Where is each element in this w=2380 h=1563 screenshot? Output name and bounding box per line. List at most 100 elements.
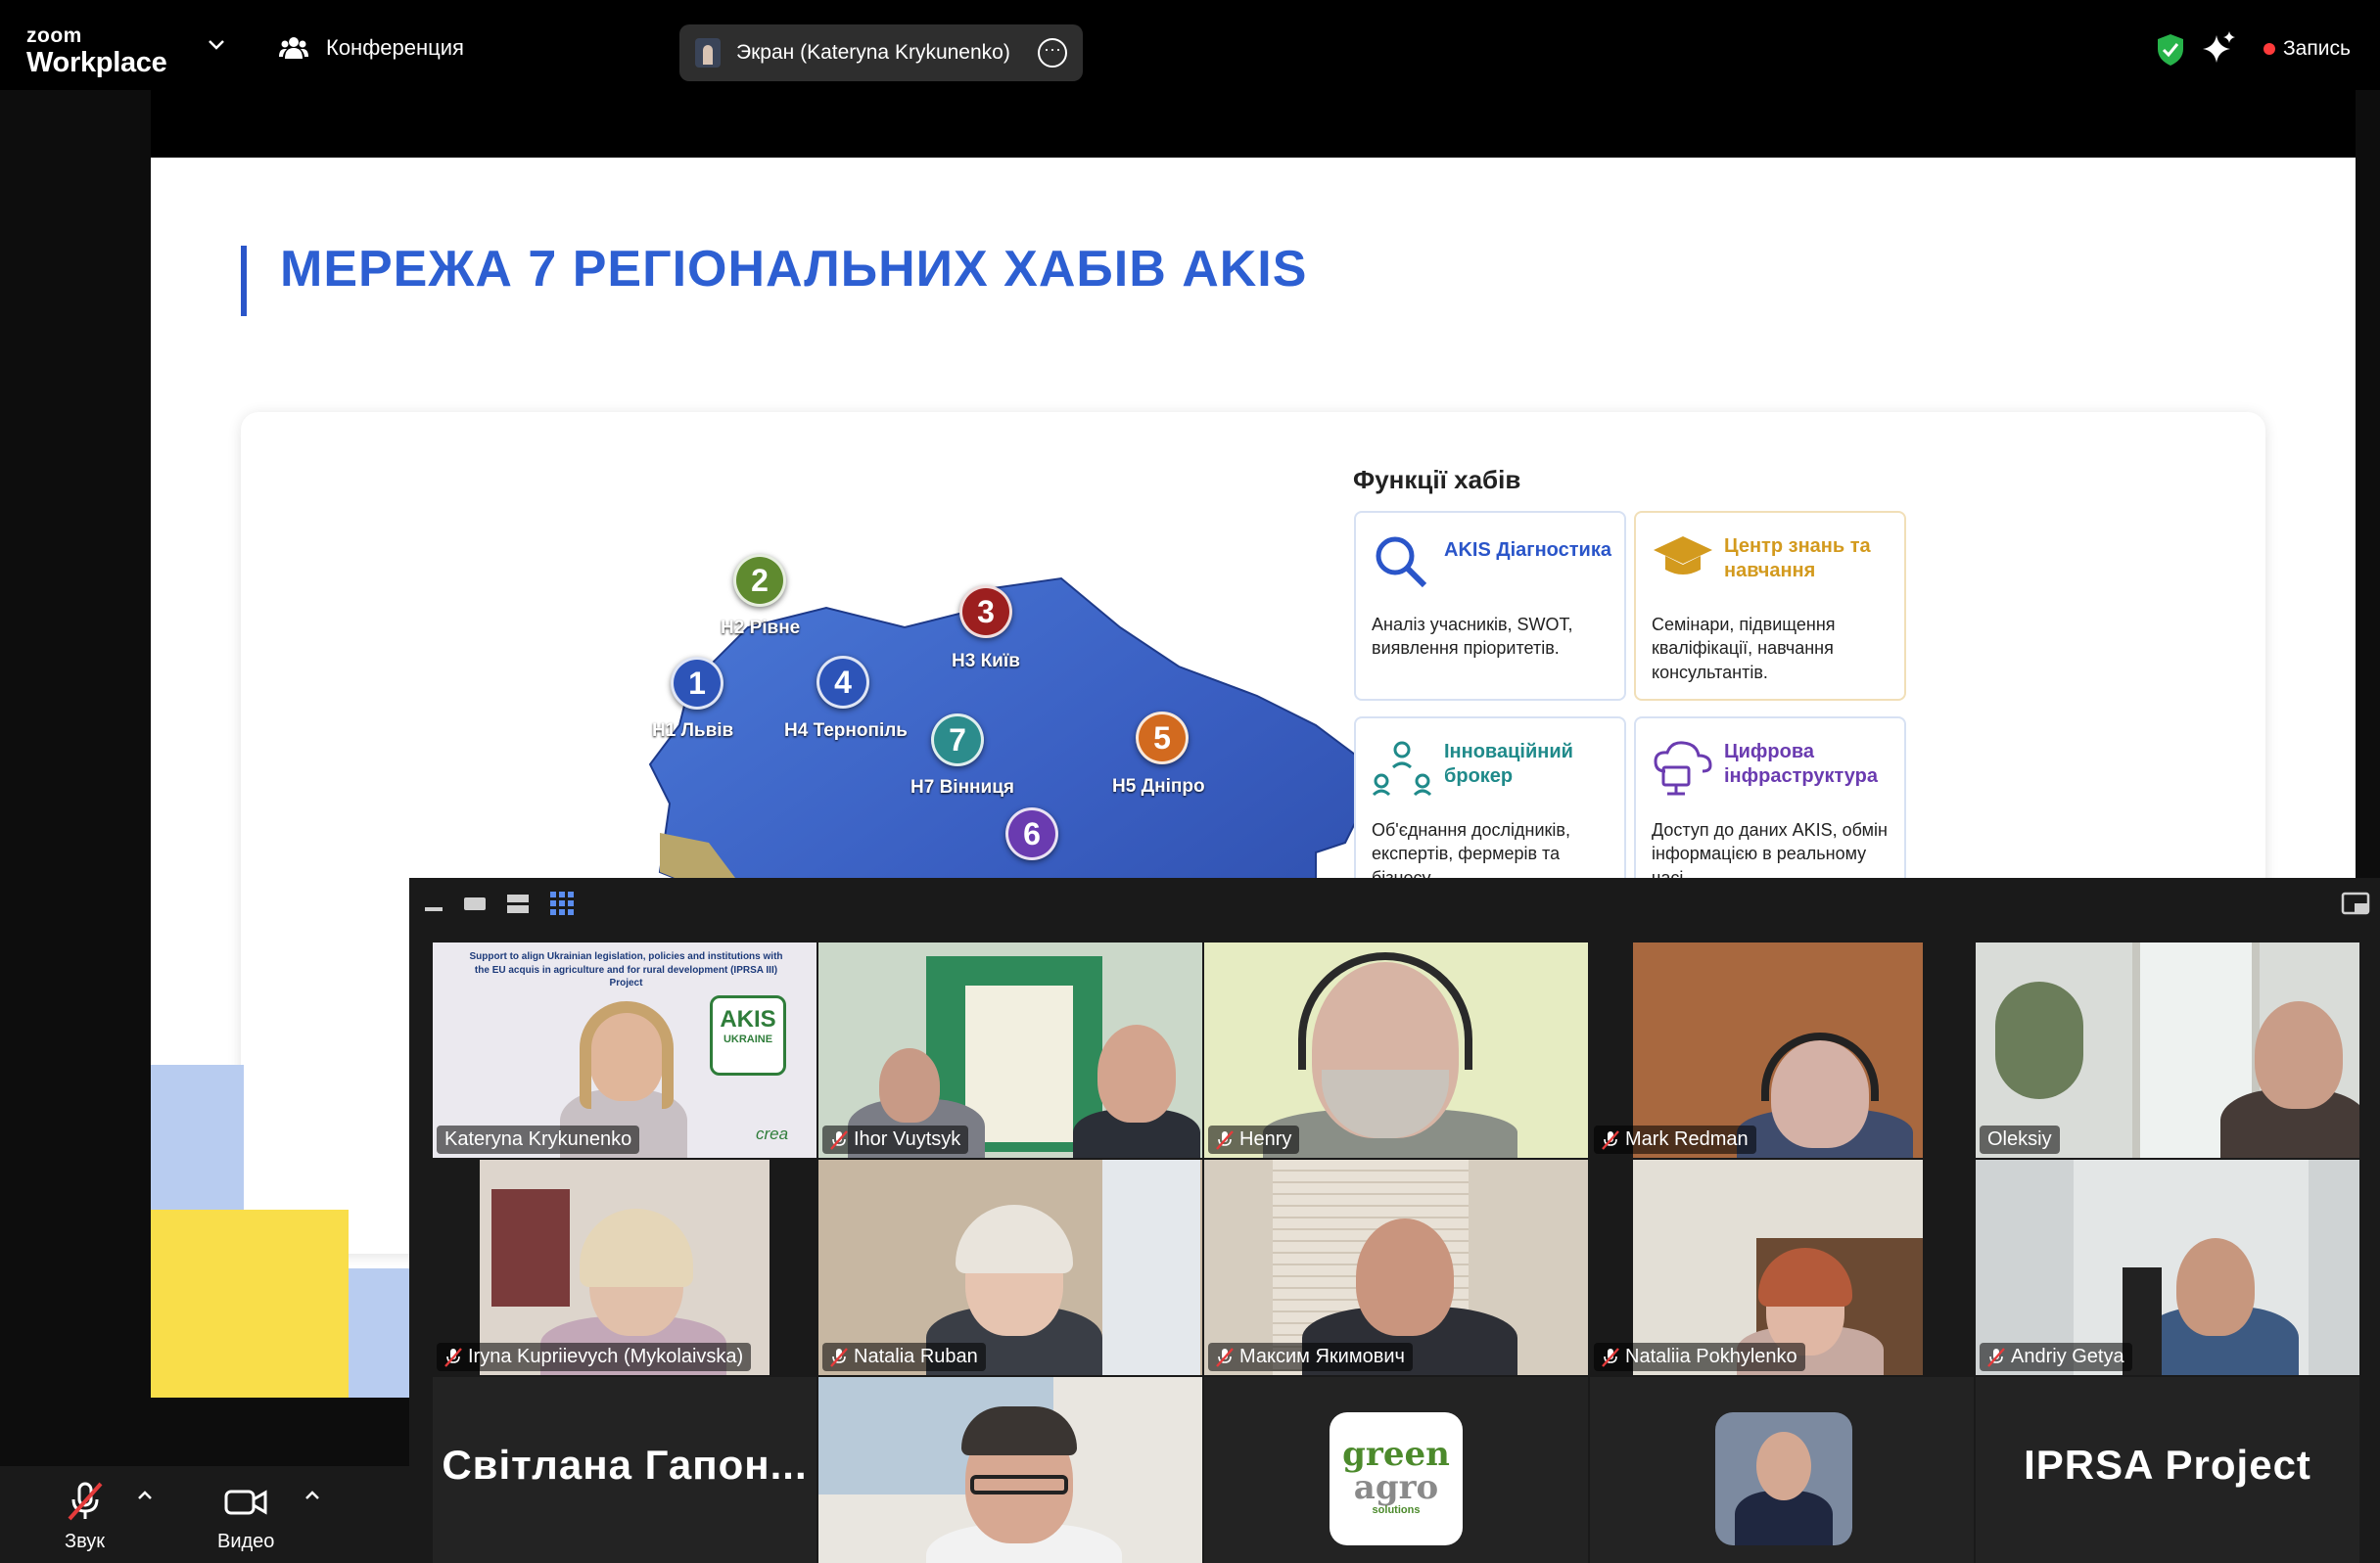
person-face xyxy=(2176,1238,2255,1336)
participant-tile[interactable]: Oleksiy xyxy=(1976,942,2359,1158)
decor-yellow-block xyxy=(151,1210,349,1398)
participant-tile[interactable] xyxy=(818,1377,1202,1563)
shield-check-icon[interactable] xyxy=(2156,33,2185,67)
participant-name-display: IPRSA Project xyxy=(2024,1442,2311,1488)
share-label: Экран (Kateryna Krykunenko) xyxy=(736,41,1010,64)
zoom-logo[interactable]: zoom Workplace xyxy=(26,24,167,78)
function-box-diagnostics: AKIS Діагностика Аналіз учасників, SWOT,… xyxy=(1354,511,1626,701)
pop-out-icon[interactable] xyxy=(2341,892,2370,915)
screen-share-pill[interactable]: Экран (Kateryna Krykunenko) ··· xyxy=(679,24,1083,81)
participant-tile[interactable]: Mark Redman xyxy=(1590,942,1974,1158)
hub-label-2: H2 Рівне xyxy=(721,618,801,638)
mic-off-icon xyxy=(1216,1129,1234,1150)
shelf xyxy=(491,1189,570,1307)
hub-label-5: H5 Дніпро xyxy=(1112,776,1205,797)
video-label: Видео xyxy=(217,1531,275,1552)
participant-name: Iryna Kupriievych (Mykolaivska) xyxy=(437,1343,752,1371)
participant-name: Kateryna Krykunenko xyxy=(437,1126,640,1154)
participant-tile[interactable]: Henry xyxy=(1204,942,1588,1158)
graduation-cap-icon xyxy=(1654,536,1712,575)
sharer-thumbnail xyxy=(695,38,721,68)
hub-label-3: H3 Київ xyxy=(952,651,1020,671)
function-title-digital: Цифрова інфраструктура xyxy=(1724,741,1878,787)
participant-tile[interactable]: IPRSA Project xyxy=(1976,1377,2359,1563)
mic-off-icon xyxy=(1987,1347,2005,1367)
participant-name: Natalia Ruban xyxy=(822,1343,986,1371)
participant-tile[interactable]: Andriy Getya xyxy=(1976,1160,2359,1375)
participants-icon xyxy=(279,37,308,59)
person-face-2 xyxy=(1097,1025,1176,1123)
function-title-innovation: Інноваційний брокер xyxy=(1444,741,1573,787)
person-face xyxy=(1356,1218,1454,1336)
function-box-knowledge: Центр знань та навчання Семінари, підвищ… xyxy=(1634,511,1906,701)
more-options-icon[interactable]: ··· xyxy=(1038,38,1067,68)
hub-marker-5: 5 xyxy=(1136,712,1189,764)
hub-marker-1: 1 xyxy=(671,657,723,710)
function-desc-diagnostics: Аналіз учасників, SWOT, виявлення пріори… xyxy=(1372,615,1573,659)
gallery-view-icon[interactable] xyxy=(548,890,576,917)
meeting-label: Конференция xyxy=(326,35,464,60)
hub-marker-3: 3 xyxy=(959,585,1012,638)
participant-name-display: Світлана Гапон... xyxy=(442,1442,808,1488)
magnifier-icon xyxy=(1376,536,1427,588)
slide-title: МЕРЕЖА 7 РЕГІОНАЛЬНИХ ХАБІВ AKIS xyxy=(280,241,1308,298)
function-desc-knowledge: Семінари, підвищення кваліфікації, навча… xyxy=(1652,615,1836,682)
door xyxy=(1102,1160,1200,1375)
participant-name: Nataliia Pokhylenko xyxy=(1594,1343,1805,1371)
audio-label: Звук xyxy=(65,1531,106,1552)
hub-marker-6: 6 xyxy=(1005,807,1058,860)
speaker-view-icon[interactable] xyxy=(462,892,488,915)
meeting-toolbar: Звук Видео xyxy=(0,1466,409,1563)
mic-off-icon xyxy=(1216,1347,1234,1367)
participant-tile[interactable]: Nataliia Pokhylenko xyxy=(1590,1160,1974,1375)
mic-off-icon xyxy=(1602,1347,1619,1367)
person-hair xyxy=(961,1406,1077,1455)
network-people-icon xyxy=(1372,741,1432,797)
participant-tile[interactable]: Support to align Ukrainian legislation, … xyxy=(433,942,817,1158)
mic-off-icon xyxy=(68,1482,102,1521)
minimize-icon[interactable] xyxy=(423,892,444,915)
recording-indicator[interactable]: Запись xyxy=(2263,37,2351,61)
zoom-window: zoom Workplace Конференция Экран (Katery… xyxy=(0,0,2380,1563)
video-camera-icon xyxy=(224,1490,267,1515)
greenagro-logo: green agro solutions xyxy=(1330,1412,1463,1545)
hub-marker-7: 7 xyxy=(931,713,984,766)
participant-tile[interactable]: Ihor Vuytsyk xyxy=(818,942,1202,1158)
gallery-view-controls xyxy=(423,890,576,917)
left-strip xyxy=(0,90,151,1563)
participant-tile[interactable] xyxy=(1590,1377,1974,1563)
hub-label-1: H1 Львів xyxy=(652,720,734,741)
hub-label-7: H7 Вінниця xyxy=(910,777,1014,798)
hub-marker-4: 4 xyxy=(817,656,869,709)
mic-off-icon xyxy=(444,1347,462,1367)
participant-tile[interactable]: Максим Якимович xyxy=(1204,1160,1588,1375)
person-face xyxy=(879,1048,940,1123)
ai-sparkle-icon[interactable] xyxy=(2203,31,2236,65)
functions-heading: Функції хабів xyxy=(1353,465,1521,494)
participant-tile[interactable]: Iryna Kupriievych (Mykolaivska) xyxy=(433,1160,817,1375)
meeting-indicator[interactable]: Конференция xyxy=(279,35,464,61)
glasses xyxy=(970,1475,1068,1494)
cloud-computer-icon xyxy=(1654,741,1712,796)
participant-tile[interactable]: green agro solutions xyxy=(1204,1377,1588,1563)
audio-button[interactable]: Звук xyxy=(65,1480,105,1553)
mic-off-icon xyxy=(830,1347,848,1367)
participant-name: Oleksiy xyxy=(1980,1126,2060,1154)
strip-view-icon[interactable] xyxy=(505,892,531,915)
participant-tile[interactable]: Світлана Гапон... xyxy=(433,1377,817,1563)
video-button[interactable]: Видео xyxy=(217,1480,274,1553)
logo-line-1: zoom xyxy=(26,24,82,47)
record-label: Запись xyxy=(2283,37,2351,60)
avatar xyxy=(1715,1412,1852,1545)
participant-tile[interactable]: Natalia Ruban xyxy=(818,1160,1202,1375)
chevron-down-icon[interactable] xyxy=(208,39,225,51)
audio-options-caret-icon[interactable] xyxy=(137,1490,153,1501)
top-bar: zoom Workplace Конференция Экран (Katery… xyxy=(0,0,2380,90)
crea-logo: crea xyxy=(756,1125,789,1143)
video-options-caret-icon[interactable] xyxy=(304,1490,320,1501)
function-title-knowledge: Центр знань та навчання xyxy=(1724,535,1871,581)
mic-off-icon xyxy=(1602,1129,1619,1150)
participant-name: Ihor Vuytsyk xyxy=(822,1126,969,1154)
participant-name: Henry xyxy=(1208,1126,1300,1154)
logo-line-2: Workplace xyxy=(26,47,167,78)
